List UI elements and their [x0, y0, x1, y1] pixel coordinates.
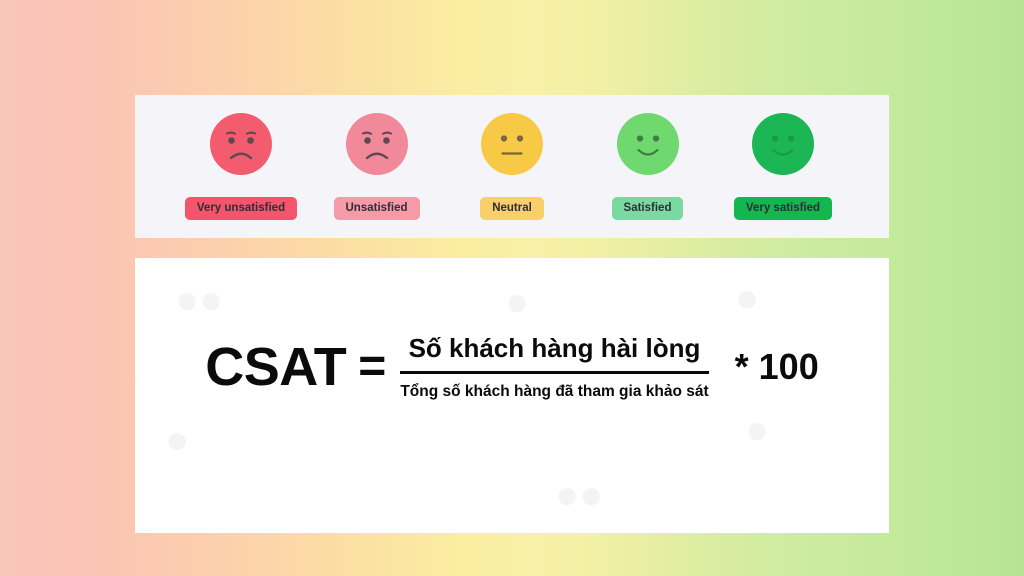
- equals-sign: =: [358, 340, 387, 393]
- scale-option-very-satisfied[interactable]: Very satisfied: [717, 112, 849, 221]
- csat-metric-label: CSAT: [205, 337, 347, 397]
- smiling-face-icon: [752, 112, 814, 175]
- watermark-mark: ●: [745, 408, 770, 452]
- smiling-face-glyph: [752, 112, 814, 175]
- scale-option-very-unsatisfied[interactable]: Very unsatisfied: [175, 112, 307, 221]
- csat-formula-card: ●● ● ● ● ●● ● CSAT = Số khách hàng hài l…: [135, 258, 889, 533]
- poster-canvas: Very unsatisfied Unsatisfied Neutral Sat…: [0, 0, 1024, 576]
- neutral-face-glyph: [481, 112, 543, 175]
- formula-multiplier: * 100: [734, 346, 819, 387]
- slightly-smiling-face-icon: [616, 112, 679, 175]
- formula-denominator: Tổng số khách hàng đã tham gia khảo sát: [400, 383, 709, 400]
- scale-label-pill[interactable]: Unsatisfied: [333, 196, 420, 221]
- watermark-mark: ●●: [175, 278, 224, 322]
- frowning-face-icon: [210, 112, 272, 175]
- formula-numerator: Số khách hàng hài lòng: [408, 333, 701, 363]
- slightly-smiling-face-glyph: [616, 112, 679, 175]
- frowning-face-glyph: [210, 112, 272, 175]
- watermark-mark: ●: [735, 276, 760, 320]
- neutral-face-icon: [481, 112, 543, 175]
- scale-label-pill[interactable]: Neutral: [480, 196, 544, 221]
- watermark-mark: ●: [165, 418, 190, 462]
- scale-label-pill[interactable]: Very unsatisfied: [184, 196, 298, 221]
- csat-formula: CSAT = Số khách hàng hài lòng Tổng số kh…: [135, 333, 889, 401]
- satisfaction-scale-card: Very unsatisfied Unsatisfied Neutral Sat…: [135, 95, 889, 238]
- scale-option-neutral[interactable]: Neutral: [446, 112, 578, 221]
- scale-label-pill[interactable]: Very satisfied: [733, 196, 833, 221]
- scale-option-unsatisfied[interactable]: Unsatisfied: [311, 112, 443, 221]
- watermark-mark: ●: [505, 280, 530, 324]
- scale-option-satisfied[interactable]: Satisfied: [582, 112, 714, 221]
- scale-label-pill[interactable]: Satisfied: [611, 196, 684, 221]
- slightly-frowning-face-glyph: [345, 112, 408, 175]
- watermark-mark: ●●: [555, 473, 604, 517]
- formula-fraction: Số khách hàng hài lòng Tổng số khách hàn…: [400, 333, 709, 401]
- slightly-frowning-face-icon: [345, 112, 408, 175]
